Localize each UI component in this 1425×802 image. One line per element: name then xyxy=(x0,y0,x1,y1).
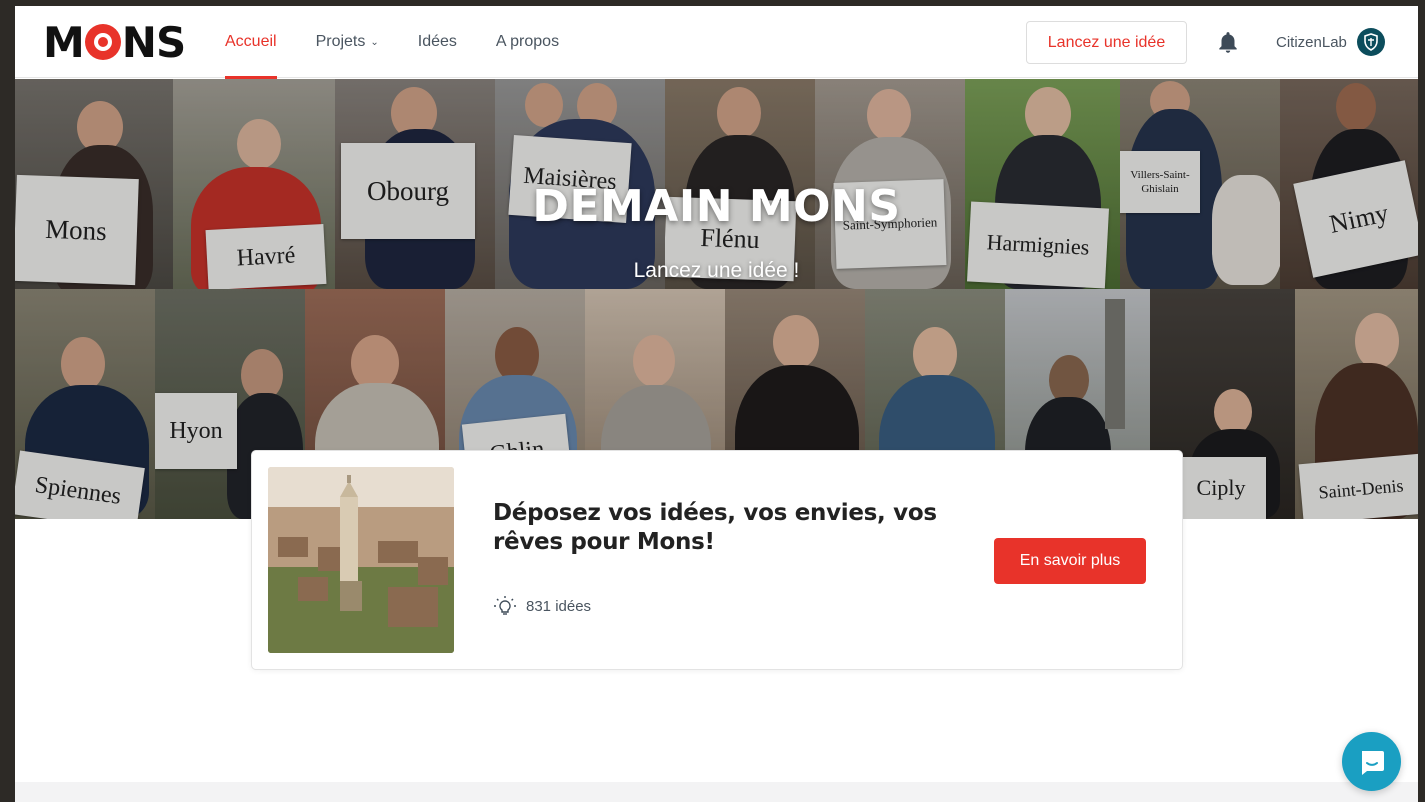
shield-icon xyxy=(1364,33,1378,51)
chat-icon xyxy=(1361,750,1384,775)
nav-label: Accueil xyxy=(225,33,277,50)
chevron-down-icon: ⌄ xyxy=(370,36,379,48)
logo-o-icon xyxy=(84,24,121,60)
nav-item-idees[interactable]: Idées xyxy=(418,6,457,78)
launch-idea-button[interactable]: Lancez une idée xyxy=(1026,21,1187,64)
chat-launcher[interactable] xyxy=(1342,732,1401,791)
page-frame: M NS Accueil Projets ⌄ Idées A propos Lanc… xyxy=(15,6,1418,802)
nav-label: Idées xyxy=(417,33,457,50)
project-card[interactable]: Déposez vos idées, vos envies, vos rêves… xyxy=(251,450,1183,670)
top-navbar: M NS Accueil Projets ⌄ Idées A propos Lanc… xyxy=(15,6,1418,79)
logo-text-right: NS xyxy=(121,17,186,67)
nav-item-accueil[interactable]: Accueil xyxy=(225,6,277,79)
project-image xyxy=(268,467,454,653)
user-name: CitizenLab xyxy=(1276,33,1347,51)
ideas-count-label: 831 idées xyxy=(526,597,592,615)
ideas-count: 831 idées xyxy=(493,595,591,617)
avatar xyxy=(1356,28,1385,56)
main-nav: Accueil Projets ⌄ Idées A propos xyxy=(225,6,598,79)
bell-icon[interactable] xyxy=(1215,30,1241,56)
nav-item-projets[interactable]: Projets ⌄ xyxy=(316,6,379,78)
nav-label: A propos xyxy=(495,33,560,50)
nav-item-a-propos[interactable]: A propos xyxy=(496,6,559,78)
learn-more-button[interactable]: En savoir plus xyxy=(994,538,1146,584)
hero-title: DEMAIN MONS xyxy=(532,181,901,232)
lightbulb-icon xyxy=(494,596,516,615)
hero-subtitle: Lancez une idée ! xyxy=(633,259,800,282)
mons-logo[interactable]: M NS xyxy=(43,18,186,67)
footer-strip xyxy=(15,782,1418,802)
user-menu[interactable]: CitizenLab xyxy=(1276,28,1385,56)
project-title[interactable]: Déposez vos idées, vos envies, vos rêves… xyxy=(493,499,973,557)
nav-label: Projets xyxy=(315,33,366,50)
logo-text-left: M xyxy=(43,17,85,67)
